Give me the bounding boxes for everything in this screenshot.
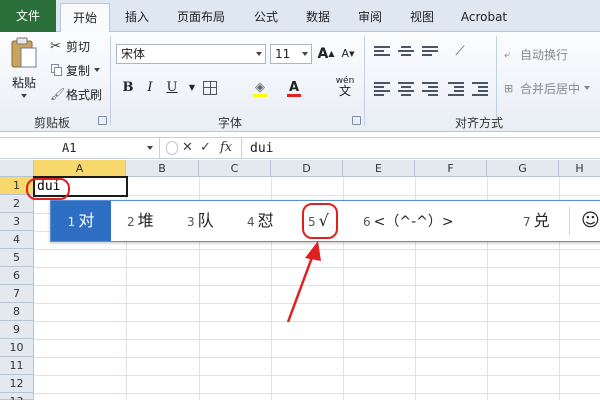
arrow-annotation-icon — [286, 241, 321, 323]
